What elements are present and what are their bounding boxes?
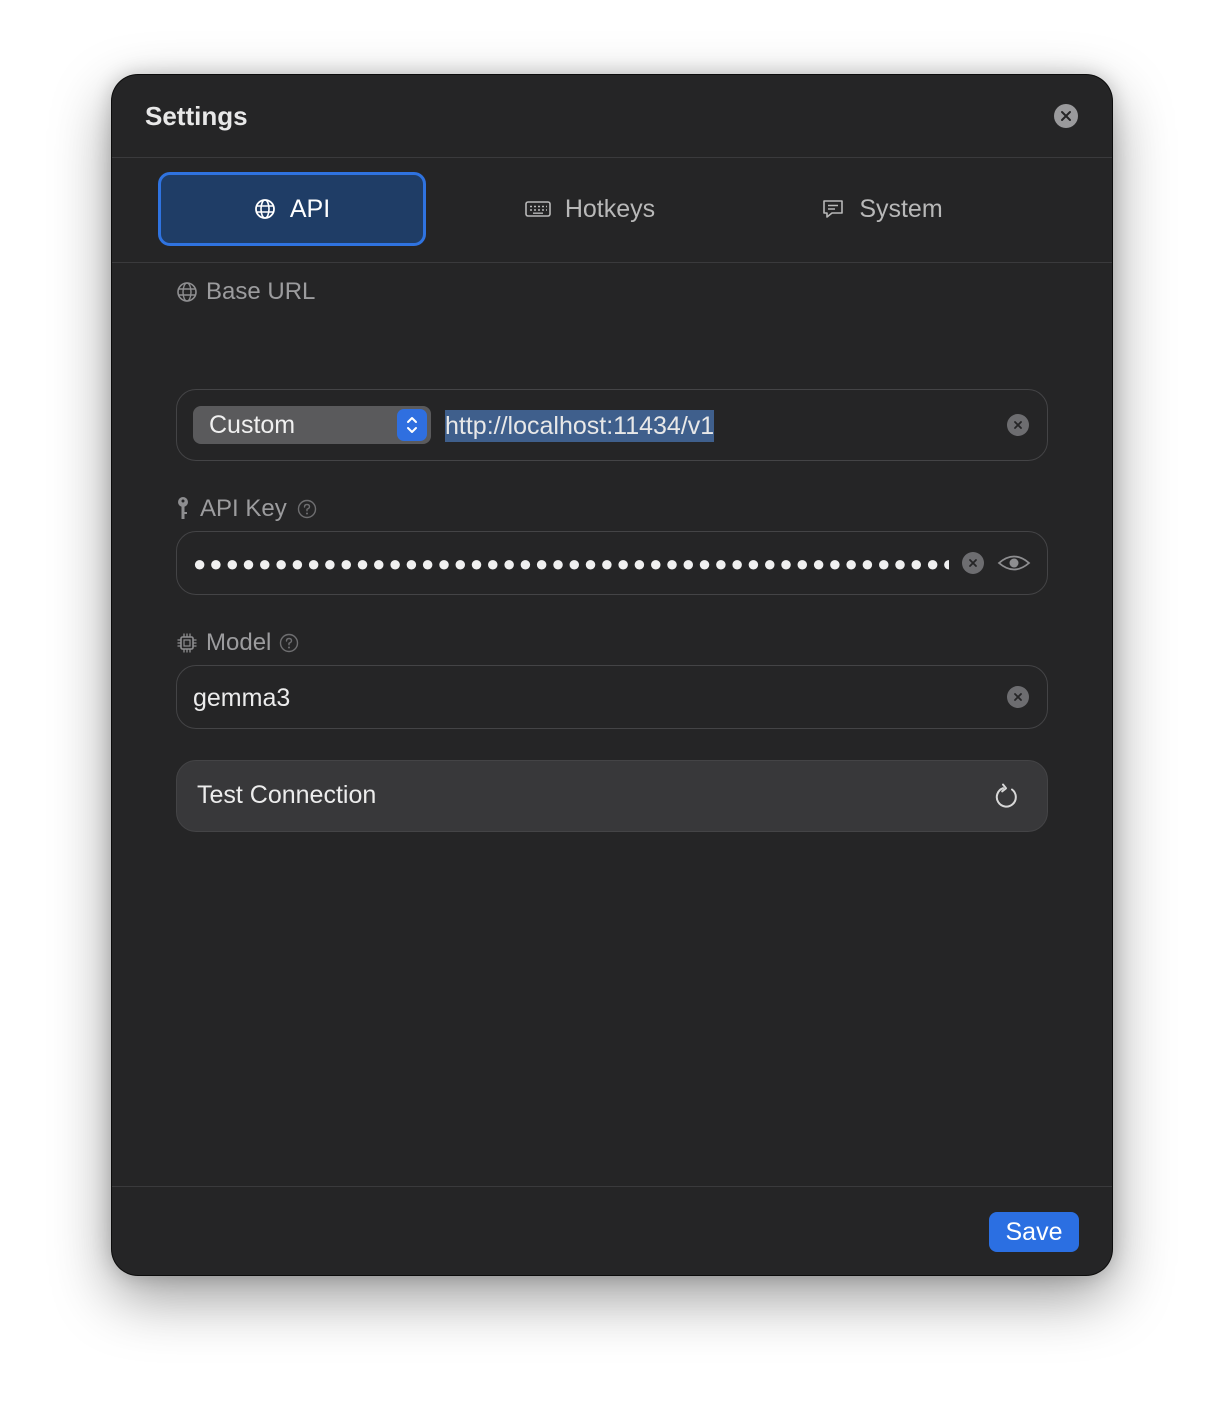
model-label-text: Model [206,629,272,656]
api-key-label-text: API Key [200,495,287,522]
api-key-label: API Key [176,495,317,523]
tab-api[interactable]: API [158,172,426,246]
key-icon [178,497,188,519]
clear-icon [969,559,977,567]
base-url-label-text: Base URL [206,278,316,305]
tab-hotkeys[interactable]: Hotkeys [490,172,690,246]
chevron-up-down-icon [407,417,417,433]
tab-system[interactable]: System [792,172,972,246]
title-bar: Settings [112,75,1112,158]
toggle-visibility-button[interactable] [997,552,1031,574]
save-button[interactable]: Save [989,1212,1079,1252]
model-field[interactable]: gemma3 [176,665,1048,729]
tab-hotkeys-label: Hotkeys [564,194,656,223]
eye-icon [997,555,1031,571]
model-label: Model [176,629,299,657]
select-stepper [397,409,427,441]
tab-system-label: System [859,194,943,223]
cpu-chip-icon [177,633,197,653]
tab-bar: API Hotkeys System [112,157,1112,263]
base-url-label: Base URL [176,278,315,306]
close-button[interactable] [1054,104,1078,128]
base-url-field: Custom http://localhost:11434/v1 [176,389,1048,461]
globe-icon [177,282,197,302]
clear-icon [1014,421,1022,429]
base-url-input[interactable]: http://localhost:11434/v1 [445,410,715,442]
test-connection-button[interactable]: Test Connection [176,760,1048,832]
model-input[interactable]: gemma3 [193,682,290,714]
tab-api-label: API [289,194,331,223]
settings-window: Settings API Hotkeys System Base URL Cus… [112,75,1112,1275]
refresh-icon [995,783,1017,808]
globe-icon [254,199,275,219]
clear-model-button[interactable] [1007,686,1029,708]
provider-select-value: Custom [209,410,296,439]
provider-select[interactable]: Custom [193,406,431,444]
clear-icon [1014,693,1022,701]
api-key-field[interactable]: ●●●●●●●●●●●●●●●●●●●●●●●●●●●●●●●●●●●●●●●●… [176,531,1048,595]
footer: Save [112,1186,1112,1275]
clear-api-key-button[interactable] [962,552,984,574]
api-key-input[interactable]: ●●●●●●●●●●●●●●●●●●●●●●●●●●●●●●●●●●●●●●●●… [193,549,949,579]
close-icon [1061,111,1071,121]
clear-base-url-button[interactable] [1007,414,1029,436]
test-connection-label: Test Connection [197,781,377,809]
window-title: Settings [145,101,248,131]
keyboard-icon [525,201,551,217]
help-icon[interactable] [279,633,299,653]
help-icon[interactable] [297,499,317,519]
chat-bubble-icon [823,200,844,218]
